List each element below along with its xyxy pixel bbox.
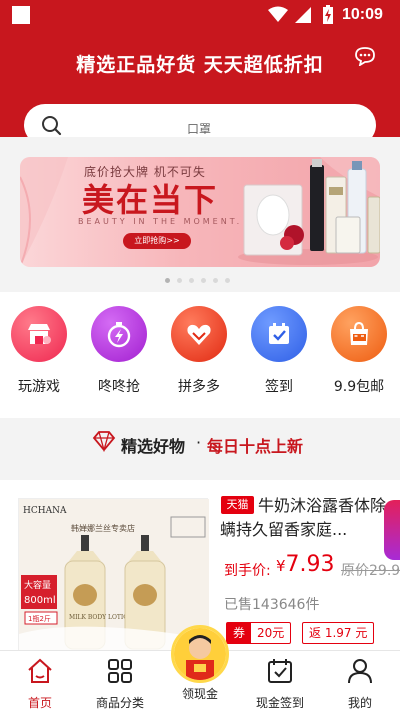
original-price: 原价29.9 (341, 563, 400, 579)
shopping-bag-icon (350, 321, 368, 345)
search-icon (42, 116, 62, 136)
banner-buy-button[interactable]: 立即抢购>> (123, 233, 191, 249)
product-image-size: 800ml (24, 595, 56, 606)
pagination-dot[interactable] (165, 278, 170, 283)
banner-area: 底价抢大牌 机不可失 美在当下 BEAUTY IN THE MOMENT. 立即… (0, 137, 400, 280)
quick-entry-circle (331, 306, 387, 362)
calendar-check-icon (269, 323, 289, 344)
diamond-icon (92, 431, 116, 452)
pagination-dot[interactable] (189, 278, 194, 283)
tab-home[interactable]: 首页 (0, 651, 80, 711)
tab-label: 现金签到 (255, 696, 304, 710)
section-separator: · (196, 433, 202, 452)
pagination-dot[interactable] (201, 278, 206, 283)
product-image[interactable]: HCHANA 韩婵娜兰丝专卖店 大容量 800ml 1瓶2斤 MILK BODY… (18, 498, 209, 651)
section-header: 精选好物 · 每日十点上新 (0, 418, 400, 468)
product-image-brand: HCHANA (23, 506, 67, 516)
header: 精选正品好货 天天超低折扣 (0, 30, 400, 146)
sold-count: 已售143646件 (224, 597, 320, 613)
lightning-stopwatch-icon (107, 322, 131, 348)
quick-entry-label: 玩游戏 (18, 379, 60, 395)
coupon-label: 券 (227, 623, 251, 643)
status-time: 10:09 (342, 6, 383, 23)
tab-label: 我的 (347, 696, 372, 710)
banner-headline: 美在当下 (82, 181, 219, 219)
person-icon (348, 659, 372, 684)
tab-label: 领现金 (181, 687, 218, 701)
price-value: 7.93 (285, 552, 335, 577)
pagination-dot[interactable] (213, 278, 218, 283)
product-image-offer: 1瓶2斤 (28, 614, 51, 623)
store-game-icon (28, 324, 51, 344)
quick-entry-circle (11, 306, 67, 362)
quick-entry-label: 9.9包邮 (333, 379, 385, 395)
product-image-store: 韩婵娜兰丝专卖店 (71, 523, 135, 533)
notification-square-icon (12, 6, 30, 24)
cash-avatar-icon (171, 625, 229, 683)
quick-entry-grid: 玩游戏 咚咚抢 拼多多 签到 9.9包邮 (0, 292, 400, 418)
tab-label: 首页 (27, 696, 52, 710)
bottom-tab-bar: 首页 商品分类 领现金 现金签到 我的 (0, 625, 400, 711)
tab-cash-checkin[interactable]: 现金签到 (240, 651, 320, 711)
quick-entry-checkin[interactable]: 签到 (244, 306, 314, 396)
banner-pagination (165, 268, 237, 283)
tab-label: 商品分类 (95, 696, 144, 710)
cellular-signal-icon (295, 7, 311, 23)
heart-gift-icon (187, 324, 211, 345)
header-slogan: 精选正品好货 天天超低折扣 (76, 54, 324, 76)
tab-categories[interactable]: 商品分类 (80, 651, 160, 711)
quick-entry-circle (91, 306, 147, 362)
wifi-icon (268, 6, 288, 22)
rebate-badge: 返 1.97 元 (302, 622, 375, 644)
price-label: 到手价: (224, 563, 271, 579)
quick-entry-label: 拼多多 (178, 379, 220, 395)
cosmetics-product-image (238, 159, 380, 265)
quick-entry-games[interactable]: 玩游戏 (4, 306, 74, 396)
pagination-dot[interactable] (177, 278, 182, 283)
tab-profile[interactable]: 我的 (320, 651, 400, 711)
side-promo-thumbnail[interactable] (384, 500, 400, 560)
section-title: 精选好物 (121, 437, 186, 456)
status-bar: 10:09 (0, 0, 400, 30)
coupon-badge[interactable]: 券 20元 (226, 622, 292, 644)
grid-category-icon (108, 659, 132, 683)
section-highlight: 每日十点上新 (207, 437, 304, 456)
platform-tag: 天猫 (221, 496, 254, 514)
promo-banner[interactable]: 底价抢大牌 机不可失 美在当下 BEAUTY IN THE MOMENT. 立即… (20, 157, 380, 267)
calendar-check-icon (268, 659, 292, 683)
quick-entry-circle (171, 306, 227, 362)
quick-entry-pinduoduo[interactable]: 拼多多 (164, 306, 234, 396)
quick-entry-label: 签到 (265, 379, 293, 395)
currency-symbol: ¥ (276, 557, 286, 575)
battery-charging-icon (323, 5, 333, 24)
message-icon[interactable] (354, 46, 376, 66)
coupon-value: 20元 (257, 626, 285, 640)
product-image-volume: 大容量 (24, 579, 51, 591)
quick-entry-circle (251, 306, 307, 362)
banner-english-text: BEAUTY IN THE MOMENT. (78, 217, 243, 226)
quick-entry-flash-sale[interactable]: 咚咚抢 (84, 306, 154, 396)
tab-get-cash[interactable]: 领现金 (160, 625, 240, 711)
product-image-graphic: HCHANA 韩婵娜兰丝专卖店 大容量 800ml 1瓶2斤 MILK BODY… (19, 499, 209, 651)
product-image-label: MILK BODY LOTION (69, 614, 133, 621)
product-price: ¥7.93 (276, 552, 335, 577)
quick-entry-free-shipping[interactable]: 9.9包邮 (324, 306, 394, 396)
pagination-dot[interactable] (225, 278, 230, 283)
quick-entry-label: 咚咚抢 (98, 379, 140, 395)
home-icon (28, 658, 52, 683)
